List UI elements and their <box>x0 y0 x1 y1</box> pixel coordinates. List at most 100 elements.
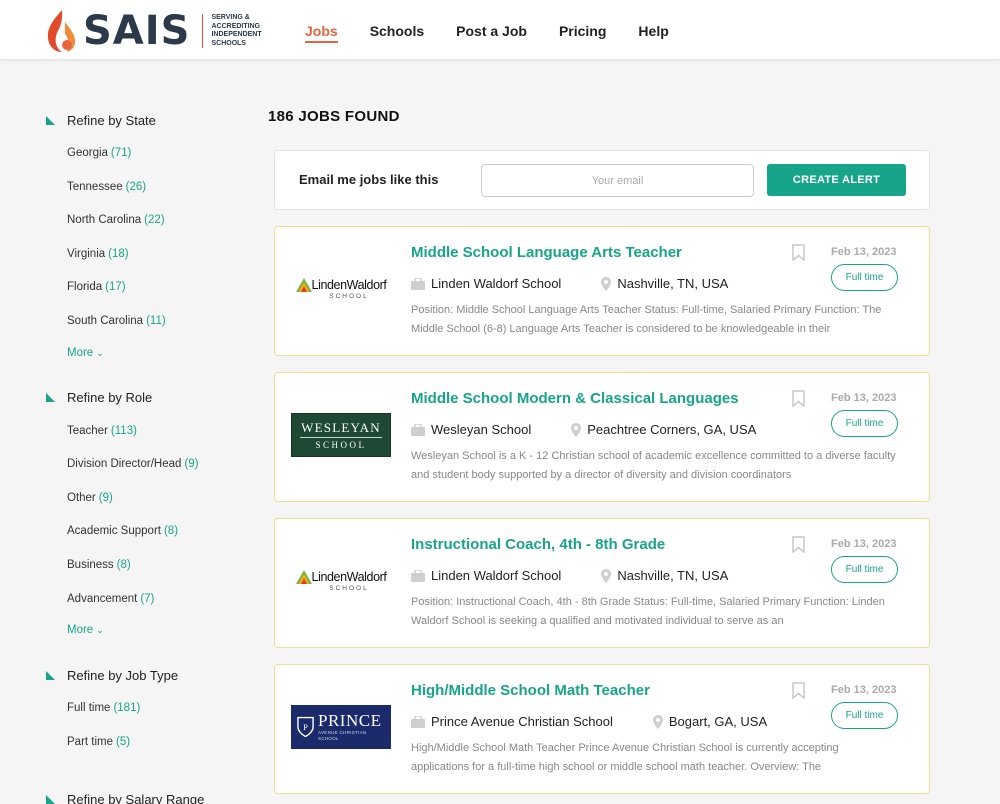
job-date: Feb 13, 2023 <box>831 538 897 550</box>
school-logo[interactable]: P PRINCE AVENUE CHRISTIAN SCHOOL <box>290 703 392 751</box>
filter-group-state: Refine by State Georgia (71) Tennessee (26… <box>46 108 246 362</box>
filter-option[interactable]: Georgia (71) <box>67 141 246 175</box>
filter-option[interactable]: Florida (17) <box>67 275 246 309</box>
filter-label: Tennessee <box>67 180 123 193</box>
flame-icon <box>47 10 76 52</box>
school-name: Wesleyan School <box>431 422 532 437</box>
tagline-line: SCHOOLS <box>211 39 247 47</box>
job-title-link[interactable]: Middle School Language Arts Teacher <box>411 244 682 261</box>
job-meta: Prince Avenue Christian School Bogart, G… <box>411 714 767 729</box>
location-pin-icon <box>601 276 612 291</box>
filter-label: North Carolina <box>67 214 142 227</box>
filter-count: (9) <box>98 491 113 504</box>
job-card[interactable]: WESLEYAN SCHOOL Middle School Modern & C… <box>274 372 930 502</box>
create-alert-button[interactable]: CREATE ALERT <box>767 164 906 196</box>
more-label: More <box>67 624 94 637</box>
filter-count: (18) <box>108 247 129 260</box>
sais-logo[interactable]: SAIS SERVING & ACCREDITING INDEPENDENT S… <box>45 8 272 54</box>
job-card[interactable]: P PRINCE AVENUE CHRISTIAN SCHOOL High/Mi… <box>274 664 930 794</box>
chevron-down-icon: ⌄ <box>96 625 104 636</box>
school-logo[interactable]: WESLEYAN SCHOOL <box>290 411 392 459</box>
filter-label: Other <box>67 491 96 504</box>
filter-option[interactable]: Business (8) <box>67 553 246 587</box>
filter-title: Refine by Salary Range <box>67 791 205 804</box>
filter-group-job-type: Refine by Job Type Full time (181) Part t… <box>46 663 246 763</box>
filter-option[interactable]: Advancement (7) <box>67 587 246 621</box>
job-card[interactable]: LindenWaldorf SCHOOL Middle School Langu… <box>274 226 930 356</box>
prince-avenue-logo: P PRINCE AVENUE CHRISTIAN SCHOOL <box>291 705 391 749</box>
email-input[interactable] <box>481 164 754 197</box>
collapse-triangle-icon <box>46 393 55 403</box>
bookmark-icon[interactable] <box>792 390 805 407</box>
briefcase-icon <box>411 569 425 582</box>
logo-text: PRINCE <box>318 711 382 730</box>
svg-text:P: P <box>303 722 308 732</box>
job-type-badge[interactable]: Full time <box>831 702 898 729</box>
site-header: SAIS SERVING & ACCREDITING INDEPENDENT S… <box>0 0 1000 60</box>
job-alert-box: Email me jobs like this CREATE ALERT <box>274 150 930 210</box>
filter-option[interactable]: Full time (181) <box>67 696 246 730</box>
filter-option[interactable]: Part time (5) <box>67 730 246 764</box>
logo-text: LindenWaldorf <box>311 570 387 584</box>
job-title-link[interactable]: Instructional Coach, 4th - 8th Grade <box>411 536 665 553</box>
filter-count: (11) <box>146 314 166 327</box>
filter-option[interactable]: Teacher (113) <box>67 419 246 453</box>
filter-count: (26) <box>125 180 147 193</box>
filter-label: Advancement <box>67 592 138 605</box>
job-description: Wesleyan School is a K - 12 Christian sc… <box>411 450 896 481</box>
nav-post-a-job[interactable]: Post a Job <box>456 0 527 60</box>
job-description: Position: Middle School Language Arts Te… <box>411 304 882 335</box>
filter-group-role: Refine by Role Teacher (113) Division Dir… <box>46 386 246 640</box>
bookmark-icon[interactable] <box>792 682 805 699</box>
nav-schools[interactable]: Schools <box>370 0 424 60</box>
filter-option[interactable]: North Carolina (22) <box>67 208 246 242</box>
job-type-badge[interactable]: Full time <box>831 264 898 291</box>
filter-option[interactable]: Virginia (18) <box>67 242 246 276</box>
nav-pricing[interactable]: Pricing <box>559 0 606 60</box>
school-logo[interactable]: LindenWaldorf SCHOOL <box>290 265 392 313</box>
filter-sidebar: Refine by State Georgia (71) Tennessee (26… <box>46 108 246 804</box>
more-roles-link[interactable]: More ⌄ <box>67 621 104 639</box>
filter-option[interactable]: South Carolina (11) <box>67 309 246 343</box>
filter-count: (5) <box>116 735 131 748</box>
job-location: Bogart, GA, USA <box>668 714 768 729</box>
job-card[interactable]: LindenWaldorf SCHOOL Instructional Coach… <box>274 518 930 648</box>
collapse-triangle-icon <box>46 794 55 804</box>
more-label: More <box>67 346 94 359</box>
filter-count: (22) <box>144 214 165 227</box>
location-pin-icon <box>571 422 582 437</box>
job-title-link[interactable]: High/Middle School Math Teacher <box>411 682 650 699</box>
logo-subtext: SCHOOL <box>329 585 369 592</box>
filter-option[interactable]: Tennessee (26) <box>67 175 246 209</box>
brand-name: SAIS <box>83 8 191 54</box>
school-logo[interactable]: LindenWaldorf SCHOOL <box>290 557 392 605</box>
filter-list: Full time (181) Part time (5) <box>46 696 246 763</box>
briefcase-icon <box>411 277 425 290</box>
filter-option[interactable]: Division Director/Head (9) <box>67 452 246 486</box>
filter-count: (113) <box>110 424 137 437</box>
wesleyan-school-logo: WESLEYAN SCHOOL <box>291 413 391 457</box>
filter-option[interactable]: Academic Support (8) <box>67 519 246 553</box>
filter-option[interactable]: Other (9) <box>67 486 246 520</box>
nav-help[interactable]: Help <box>638 0 668 60</box>
job-meta: Linden Waldorf School Nashville, TN, USA <box>411 276 728 291</box>
job-meta: Linden Waldorf School Nashville, TN, USA <box>411 568 728 583</box>
more-states-link[interactable]: More ⌄ <box>67 344 104 362</box>
jobs-found-heading: 186 JOBS FOUND <box>268 108 400 125</box>
filter-toggle-state[interactable]: Refine by State <box>46 108 246 132</box>
job-description: High/Middle School Math Teacher Prince A… <box>411 742 839 773</box>
nav-jobs[interactable]: Jobs <box>305 0 338 60</box>
filter-toggle-salary[interactable]: Refine by Salary Range <box>46 787 246 804</box>
filter-toggle-role[interactable]: Refine by Role <box>46 386 246 410</box>
bookmark-icon[interactable] <box>792 536 805 553</box>
location-pin-icon <box>652 714 663 729</box>
linden-leaf-icon <box>295 278 312 292</box>
brand-tagline: SERVING & ACCREDITING INDEPENDENT SCHOOL… <box>202 14 272 48</box>
bookmark-icon[interactable] <box>792 244 805 261</box>
filter-toggle-job-type[interactable]: Refine by Job Type <box>46 663 246 687</box>
main-nav: Jobs Schools Post a Job Pricing Help <box>305 0 701 60</box>
job-meta: Wesleyan School Peachtree Corners, GA, U… <box>411 422 756 437</box>
job-type-badge[interactable]: Full time <box>831 556 898 583</box>
job-title-link[interactable]: Middle School Modern & Classical Languag… <box>411 390 739 407</box>
job-type-badge[interactable]: Full time <box>831 410 898 437</box>
